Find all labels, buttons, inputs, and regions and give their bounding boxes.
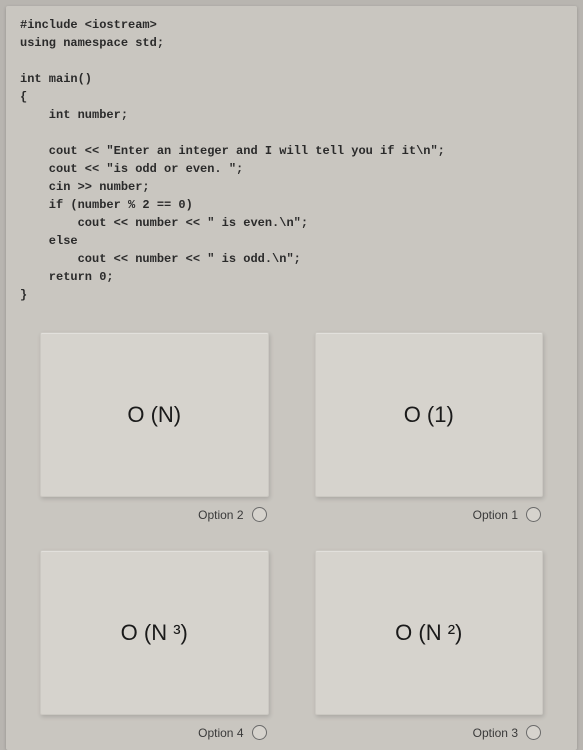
option-card-o-n2[interactable]: O (N ²) [315,550,544,715]
option-footer: Option 4 [40,715,269,740]
option-footer: Option 1 [315,497,544,522]
option-cell-2: O (N) Option 2 [40,332,269,522]
option-card-o-n3[interactable]: O (N ³) [40,550,269,715]
option-text: O (N ²) [395,620,462,646]
option-footer-label: Option 2 [198,508,243,522]
option-footer-label: Option 3 [473,726,518,740]
option-cell-1: O (1) Option 1 [315,332,544,522]
option-footer: Option 3 [315,715,544,740]
options-grid: O (N) Option 2 O (1) Option 1 O (N ³) Op… [20,332,563,740]
option-footer-label: Option 1 [473,508,518,522]
option-card-o-1[interactable]: O (1) [315,332,544,497]
option-card-o-n[interactable]: O (N) [40,332,269,497]
radio-icon[interactable] [526,725,541,740]
option-footer-label: Option 4 [198,726,243,740]
option-cell-3: O (N ²) Option 3 [315,550,544,740]
radio-icon[interactable] [252,507,267,522]
question-page: #include <iostream> using namespace std;… [6,6,577,750]
option-cell-4: O (N ³) Option 4 [40,550,269,740]
option-footer: Option 2 [40,497,269,522]
radio-icon[interactable] [252,725,267,740]
option-text: O (1) [404,402,454,428]
option-text: O (N) [127,402,181,428]
radio-icon[interactable] [526,507,541,522]
code-snippet: #include <iostream> using namespace std;… [20,16,563,304]
option-text: O (N ³) [121,620,188,646]
